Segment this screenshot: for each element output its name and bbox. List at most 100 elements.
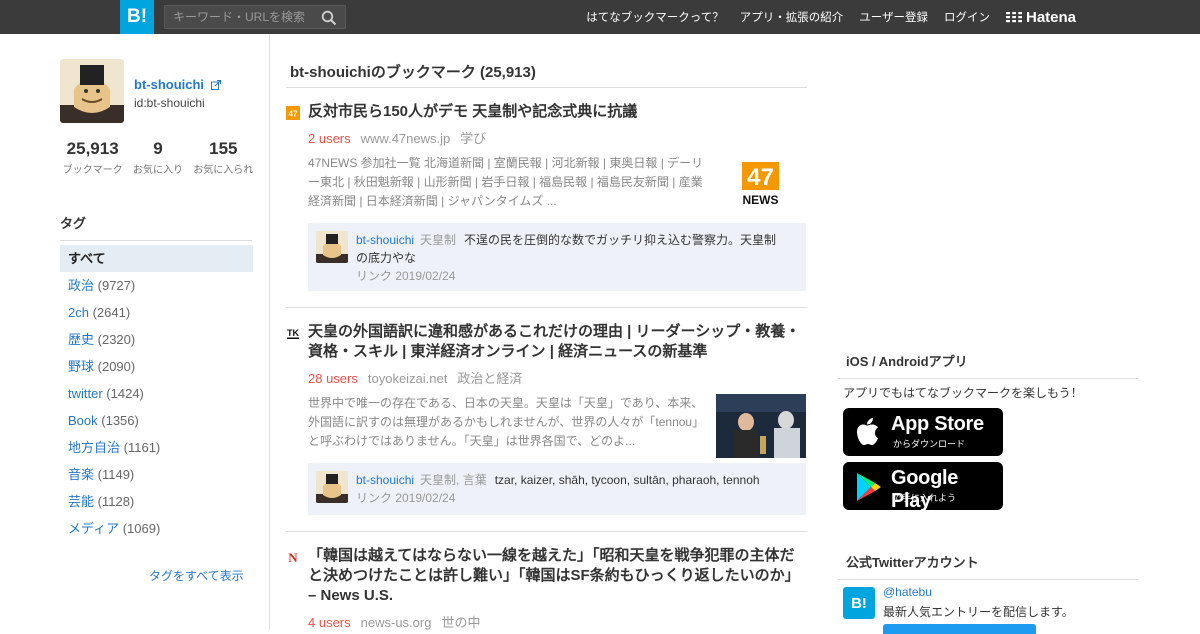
tag-link[interactable]: Book [68, 413, 98, 428]
stat-bookmarks-label: ブックマーク [62, 165, 123, 176]
comment-text: tzar, kaizer, shāh, tycoon, sultān, phar… [494, 473, 760, 487]
search-box [164, 5, 346, 29]
search-input[interactable] [165, 6, 315, 28]
google-play-button[interactable]: Google Play で手に入れよう [843, 462, 1003, 512]
google-play-icon [857, 473, 881, 501]
comment-body: bt-shouichi 天皇制, 言葉 tzar, kaizer, shāh, ty… [356, 471, 786, 489]
tag-count: (2641) [92, 305, 131, 320]
entry-users-count[interactable]: 4 users [308, 615, 351, 630]
comment-body: bt-shouichi 天皇制 不逞の民を圧倒的な数でガッチリ抑え込む警察力。天皇制… [356, 231, 786, 267]
entry-title-link[interactable]: 「韓国は越えてはならない一線を越えた」「昭和天皇を戦争犯罪の主体だと決めつけたこ… [308, 546, 803, 606]
entry-category[interactable]: 政治と経済 [457, 371, 522, 386]
external-link-icon [210, 80, 221, 90]
hatebu-logo[interactable]: B! [120, 0, 154, 34]
top-bar: B! はてなブックマークって？ アプリ・拡張の紹介 ユーザー登録 ログイン Ha… [0, 0, 1200, 34]
app-store-sublabel: からダウンロード [893, 439, 966, 449]
entry-description: 47NEWS 参加社一覧 北海道新聞 | 室蘭民報 | 河北新報 | 東奥日報 … [308, 156, 704, 208]
comment-avatar[interactable] [316, 471, 348, 503]
nav-about[interactable]: はてなブックマークって？ [586, 9, 723, 25]
google-play-label: Google Play [891, 467, 959, 512]
comment-user-link[interactable]: bt-shouichi [356, 473, 414, 487]
svg-text:N: N [288, 550, 298, 564]
tag-item-all[interactable]: すべて [60, 245, 253, 272]
site-favicon-newsus: N [286, 550, 300, 564]
tag-link[interactable]: 歴史 [68, 332, 94, 347]
stat-followers-count: 155 [209, 139, 238, 158]
tag-item[interactable]: 音楽 (1149) [60, 461, 253, 488]
stat-favorites-label: お気に入り [132, 165, 183, 176]
site-favicon-47news: 47 [286, 106, 300, 120]
tag-link[interactable]: 音楽 [68, 467, 94, 482]
entry-users-count[interactable]: 28 users [308, 371, 358, 386]
app-section-text: アプリでもはてなブックマークを楽しもう！ [843, 386, 1083, 400]
profile-stats: 25,913 ブックマーク 9 お気に入り 155 お気に入られ [60, 139, 256, 176]
comment-user-link[interactable]: bt-shouichi [356, 233, 414, 247]
entry-users-count[interactable]: 2 users [308, 131, 351, 146]
tag-link[interactable]: 芸能 [68, 494, 94, 509]
entry-domain[interactable]: toyokeizai.net [368, 371, 448, 386]
twitter-follow-button[interactable] [883, 624, 1036, 634]
nav-apps[interactable]: アプリ・拡張の紹介 [740, 9, 844, 25]
top-nav: はてなブックマークって？ アプリ・拡張の紹介 ユーザー登録 ログイン [586, 0, 990, 34]
google-play-sublabel: で手に入れよう [893, 493, 957, 503]
tag-item[interactable]: 野球 (2090) [60, 353, 253, 380]
entry-divider [286, 531, 807, 532]
apple-icon [857, 418, 878, 445]
profile-avatar[interactable] [60, 59, 124, 123]
tag-item[interactable]: twitter (1424) [60, 380, 253, 407]
tag-item[interactable]: 地方自治 (1161) [60, 434, 253, 461]
tag-link[interactable]: twitter [68, 386, 103, 401]
tag-count: (2320) [97, 332, 136, 347]
tag-link[interactable]: 野球 [68, 359, 94, 374]
show-all-tags-link[interactable]: タグをすべて表示 [149, 567, 244, 584]
thumb-news-text: NEWS [743, 193, 779, 207]
comment-date-link[interactable]: リンク 2019/02/24 [356, 489, 455, 506]
tag-item[interactable]: 歴史 (2320) [60, 326, 253, 353]
tag-item[interactable]: メディア (1069) [60, 515, 253, 542]
search-icon[interactable] [321, 10, 337, 26]
svg-text:47: 47 [289, 110, 298, 119]
stat-favorites[interactable]: 9 お気に入り [125, 139, 190, 176]
comment-tags[interactable]: 天皇制 [420, 233, 456, 247]
entry-domain[interactable]: www.47news.jp [361, 131, 451, 146]
entry-title-link[interactable]: 天皇の外国語訳に違和感があるこれだけの理由 | リーダーシップ・教養・資格・スキ… [308, 322, 803, 362]
tag-count: (1069) [122, 521, 161, 536]
twitter-handle-link[interactable]: @hatebu [883, 585, 932, 599]
entry-thumbnail[interactable] [716, 394, 806, 458]
tag-count: (1356) [101, 413, 139, 428]
entry-category[interactable]: 世の中 [441, 615, 480, 630]
app-store-button[interactable]: App Store からダウンロード [843, 408, 1003, 456]
comment-date-link[interactable]: リンク 2019/02/24 [356, 267, 455, 284]
site-favicon-toyokeizai: TK [286, 326, 300, 340]
nav-login[interactable]: ログイン [944, 9, 990, 25]
tag-item[interactable]: 2ch (2641) [60, 299, 253, 326]
entry-domain[interactable]: news-us.org [361, 615, 432, 630]
hatena-brand-link[interactable]: Hatena [1006, 7, 1076, 27]
tag-link[interactable]: 地方自治 [68, 440, 120, 455]
entry-description: 世界中で唯一の存在である、日本の天皇。天皇は「天皇」であり、本来、外国語に訳すの… [308, 396, 705, 448]
hatena-brand-text: Hatena [1026, 8, 1077, 26]
stat-bookmarks[interactable]: 25,913 ブックマーク [60, 139, 125, 176]
entry-category[interactable]: 学び [460, 131, 486, 146]
svg-text:TK: TK [287, 328, 299, 338]
tag-link[interactable]: 政治 [68, 278, 94, 293]
entry-title-link[interactable]: 反対市民ら150人がデモ 天皇制や記念式典に抗議 [308, 102, 803, 122]
app-section-title: iOS / Androidアプリ [838, 351, 1138, 379]
tag-link[interactable]: 2ch [68, 305, 89, 320]
comment-avatar[interactable] [316, 231, 348, 263]
stat-followers-label: お気に入られ [193, 165, 254, 176]
stat-favorites-count: 9 [153, 139, 163, 158]
tag-item[interactable]: Book (1356) [60, 407, 253, 434]
thumb-47-text: 47 [747, 164, 774, 191]
profile-name-link[interactable]: bt-shouichi [134, 77, 221, 92]
user-comment: bt-shouichi 天皇制 不逞の民を圧倒的な数でガッチリ抑え込む警察力。天皇制… [308, 223, 806, 291]
tag-link[interactable]: メディア [68, 521, 119, 536]
tag-item[interactable]: 政治 (9727) [60, 272, 253, 299]
nav-register[interactable]: ユーザー登録 [859, 9, 928, 25]
stat-followers[interactable]: 155 お気に入られ [191, 139, 256, 176]
tag-count: (9727) [97, 278, 136, 293]
comment-tags[interactable]: 天皇制, 言葉 [420, 473, 487, 487]
entry-thumbnail[interactable]: 47 NEWS [716, 158, 806, 222]
tag-item[interactable]: 芸能 (1128) [60, 488, 253, 515]
twitter-account-avatar[interactable]: B! [843, 587, 875, 619]
